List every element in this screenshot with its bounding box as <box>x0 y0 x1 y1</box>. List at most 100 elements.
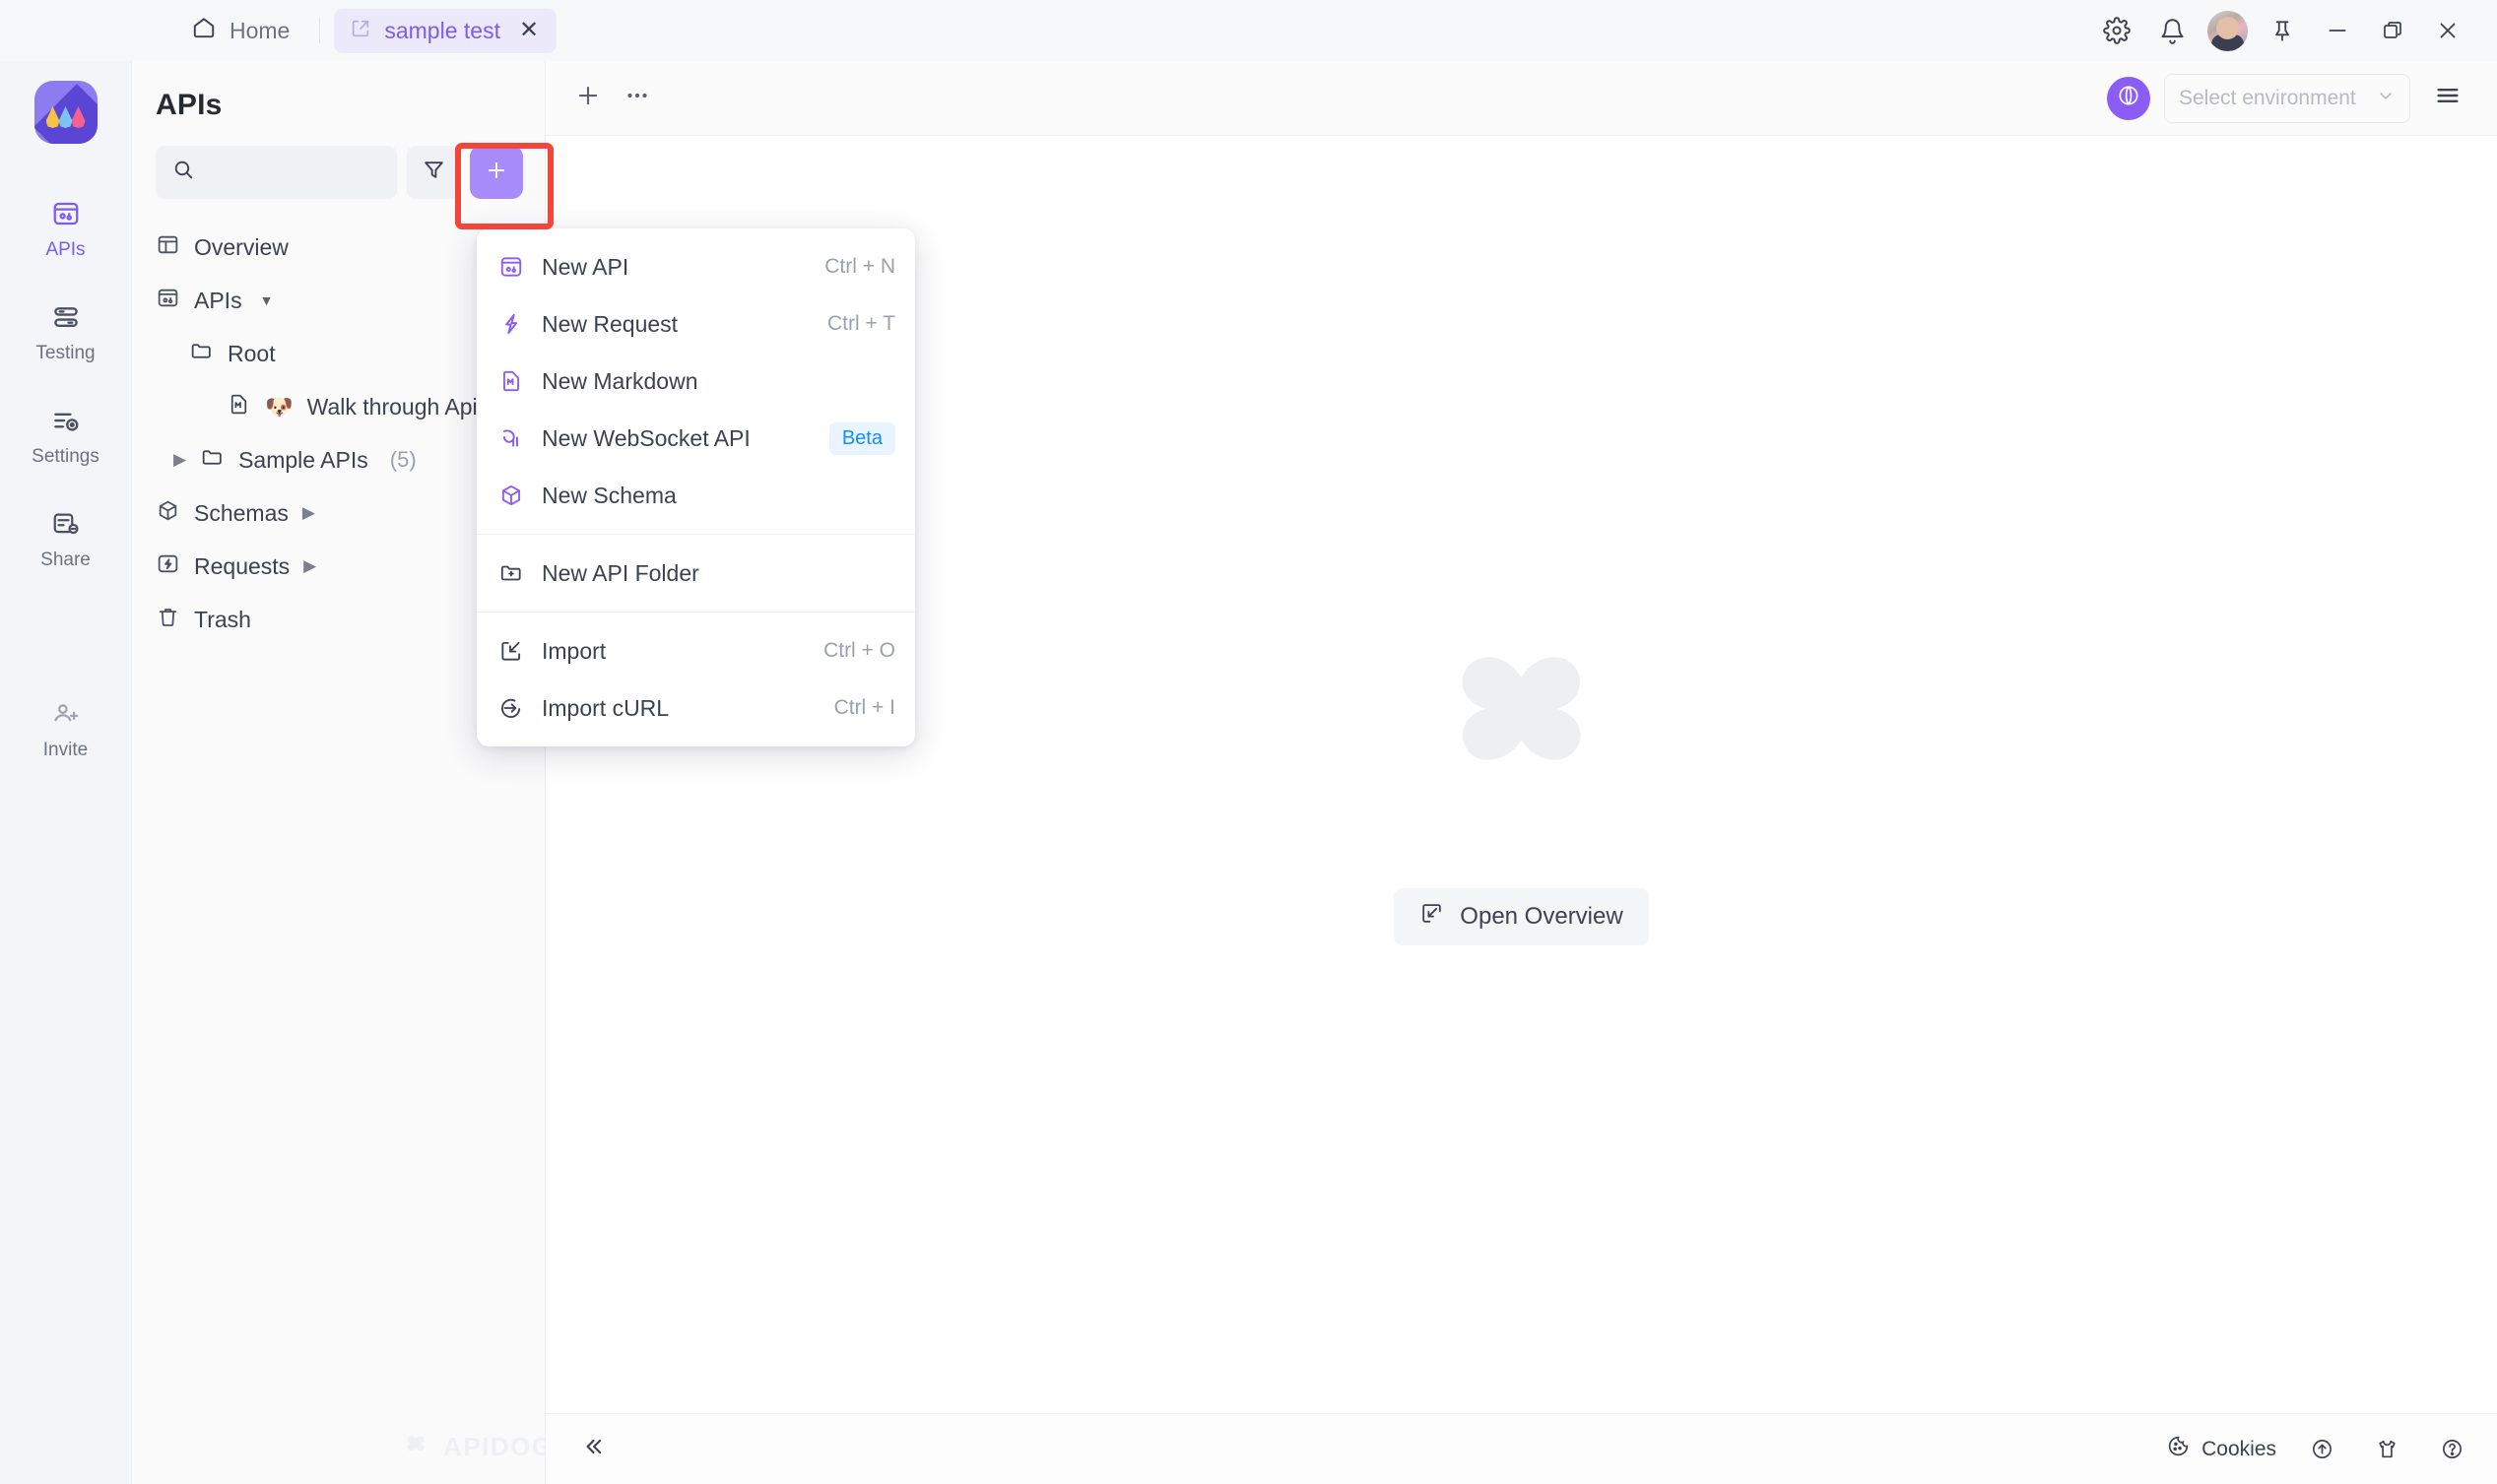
sidebar-toolbar <box>132 122 545 199</box>
open-overview-button[interactable]: Open Overview <box>1394 888 1649 945</box>
sidebar-item-share[interactable]: Share <box>17 499 115 581</box>
tab-sample-test[interactable]: sample test ✕ <box>334 8 558 53</box>
sidebar-add-button[interactable] <box>470 146 523 199</box>
menu-item-new-request[interactable]: New Request Ctrl + T <box>477 295 915 353</box>
home-tab[interactable]: Home <box>175 7 305 54</box>
schema-icon <box>156 498 180 528</box>
menu-icon <box>2434 82 2462 114</box>
sidebar-item-testing[interactable]: Testing <box>17 292 115 374</box>
status-badge: Beta <box>828 421 895 455</box>
menu-item-new-schema[interactable]: New Schema <box>477 467 915 524</box>
chevron-right-icon[interactable]: ▶ <box>173 450 186 470</box>
menu-divider <box>477 612 915 613</box>
tree-label: Trash <box>194 606 251 632</box>
main-add-button[interactable] <box>563 74 613 123</box>
rail-label-invite: Invite <box>42 740 89 760</box>
cookies-label: Cookies <box>2201 1437 2276 1460</box>
import-curl-icon <box>498 695 542 721</box>
chevron-down-icon[interactable]: ▼ <box>260 292 274 308</box>
trash-icon <box>156 605 180 634</box>
menu-label: Import <box>542 637 607 664</box>
minimize-icon[interactable] <box>2310 3 2365 58</box>
menu-shortcut: Ctrl + O <box>823 639 895 662</box>
menu-item-new-api[interactable]: New API Ctrl + N <box>477 238 915 295</box>
websocket-icon <box>498 425 542 451</box>
menu-label: New Request <box>542 310 679 337</box>
cookie-icon <box>2166 1434 2191 1464</box>
environment-select[interactable]: Select environment <box>2164 73 2410 123</box>
menu-label: Import cURL <box>542 694 670 721</box>
main-menu-button[interactable] <box>2424 75 2471 122</box>
menu-item-new-markdown[interactable]: New Markdown <box>477 353 915 410</box>
page-title: APIs <box>156 89 223 121</box>
lightning-icon <box>498 311 542 337</box>
menu-item-import-curl[interactable]: Import cURL Ctrl + I <box>477 679 915 737</box>
search-icon <box>171 158 196 187</box>
cube-icon <box>498 483 542 508</box>
chevron-double-left-icon <box>580 1434 606 1464</box>
menu-label: New Markdown <box>542 367 698 394</box>
filter-icon <box>422 158 446 187</box>
cookies-button[interactable]: Cookies <box>2166 1434 2276 1464</box>
overview-icon <box>156 232 180 262</box>
tree-label: Walk through Apid <box>306 393 491 419</box>
main-more-button[interactable] <box>613 74 662 123</box>
external-link-icon <box>350 18 371 44</box>
primary-nav-rail: APIs Testing Settings Share Invite <box>0 61 132 1484</box>
tree-label: Overview <box>194 233 289 260</box>
upload-circle-icon[interactable] <box>2302 1430 2341 1469</box>
maximize-icon[interactable] <box>2365 3 2420 58</box>
rail-label-testing: Testing <box>35 343 96 363</box>
collapse-sidebar-button[interactable] <box>567 1424 619 1475</box>
environment-globe-button[interactable] <box>2107 76 2150 120</box>
help-circle-icon[interactable] <box>2432 1430 2471 1469</box>
menu-label: New WebSocket API <box>542 424 751 451</box>
folder-icon <box>200 445 225 475</box>
sidebar-item-invite[interactable]: Invite <box>17 689 115 771</box>
rail-label-share: Share <box>40 549 91 570</box>
tab-close-icon[interactable]: ✕ <box>519 19 539 42</box>
gear-icon[interactable] <box>2089 3 2144 58</box>
theme-shirt-icon[interactable] <box>2367 1430 2406 1469</box>
tree-label: Schemas <box>194 499 289 526</box>
pin-icon[interactable] <box>2255 3 2310 58</box>
more-horizontal-icon <box>623 81 652 115</box>
environment-placeholder: Select environment <box>2179 86 2356 109</box>
menu-shortcut: Ctrl + I <box>833 696 895 719</box>
window-controls <box>2089 0 2497 61</box>
bell-icon[interactable] <box>2144 3 2200 58</box>
apidog-mark-icon <box>407 1436 425 1452</box>
avatar[interactable] <box>2200 3 2255 58</box>
dog-emoji: 🐶 <box>265 393 294 419</box>
status-bar: Cookies <box>546 1413 2497 1484</box>
markdown-icon <box>498 368 542 394</box>
testing-icon <box>51 302 81 337</box>
chevron-right-icon[interactable]: ▶ <box>302 503 315 523</box>
chevron-down-icon <box>2376 86 2396 111</box>
window-close-icon[interactable] <box>2420 3 2475 58</box>
apidog-app-window: Home sample test ✕ APIs Testing Settings… <box>0 0 2497 1484</box>
filter-button[interactable] <box>407 146 460 199</box>
plus-icon <box>573 81 603 115</box>
tab-bar: Home sample test ✕ <box>0 7 558 54</box>
tree-label: APIs <box>194 287 242 313</box>
search-input[interactable] <box>156 146 397 199</box>
rail-label-settings: Settings <box>32 446 99 467</box>
invite-icon <box>51 699 81 734</box>
title-bar: Home sample test ✕ <box>0 0 2497 61</box>
share-icon <box>51 509 81 544</box>
apis-icon <box>156 286 180 315</box>
sidebar-item-apis[interactable]: APIs <box>17 189 115 271</box>
watermark-text: APIDOG <box>443 1431 554 1461</box>
apidog-logo[interactable] <box>33 81 98 144</box>
menu-item-new-api-folder[interactable]: New API Folder <box>477 545 915 602</box>
sidebar-item-settings[interactable]: Settings <box>17 396 115 478</box>
tab-divider <box>319 18 321 43</box>
chevron-right-icon[interactable]: ▶ <box>303 556 316 576</box>
menu-label: New API Folder <box>542 559 699 586</box>
api-icon <box>498 254 542 280</box>
tree-label: Root <box>228 340 276 366</box>
menu-item-import[interactable]: Import Ctrl + O <box>477 622 915 679</box>
plus-icon <box>484 158 509 188</box>
menu-item-new-websocket-api[interactable]: New WebSocket API Beta <box>477 410 915 467</box>
